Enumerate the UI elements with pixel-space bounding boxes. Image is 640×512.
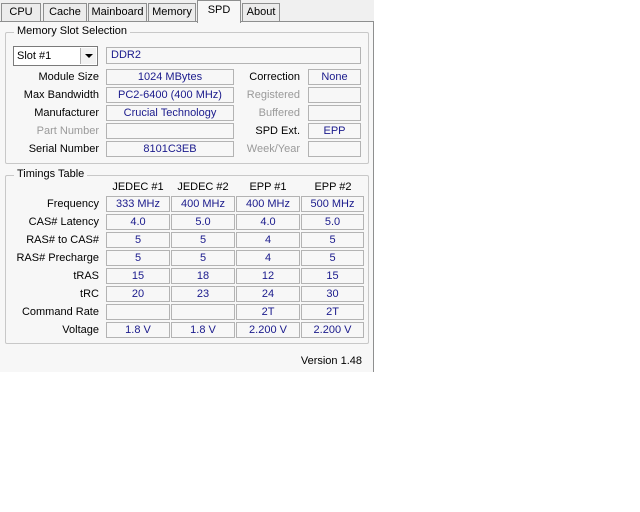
spd-ext-label: SPD Ext. [255, 125, 300, 137]
timings-col-header: EPP #2 [314, 181, 352, 193]
spd-ext-value: EPP [308, 123, 361, 139]
tab-cache[interactable]: Cache [43, 3, 87, 21]
week-year-label: Week/Year [246, 143, 300, 155]
timing-value: 2.200 V [301, 322, 364, 338]
timing-value: 18 [171, 268, 235, 284]
timing-value: 5 [301, 250, 364, 266]
max-bandwidth-value: PC2-6400 (400 MHz) [106, 87, 234, 103]
spd-page: Memory Slot Selection Slot #1 DDR2 Modul… [0, 22, 374, 372]
buffered-label: Buffered [258, 107, 300, 119]
timing-value: 4.0 [236, 214, 300, 230]
timing-value: 2T [236, 304, 300, 320]
timing-row-label: Frequency [47, 198, 99, 210]
timing-value: 20 [106, 286, 170, 302]
timing-value: 2.200 V [236, 322, 300, 338]
timing-value: 1.8 V [106, 322, 170, 338]
timing-value: 30 [301, 286, 364, 302]
timing-value: 15 [301, 268, 364, 284]
correction-value: None [308, 69, 361, 85]
tab-about[interactable]: About [242, 3, 280, 21]
slot-selection-legend: Memory Slot Selection [14, 25, 131, 37]
module-size-value: 1024 MBytes [106, 69, 234, 85]
timing-value: 2T [301, 304, 364, 320]
tab-spd[interactable]: SPD [197, 0, 241, 23]
memory-type-value: DDR2 [106, 47, 361, 64]
chevron-down-icon[interactable] [80, 48, 96, 64]
timing-value: 4 [236, 232, 300, 248]
timing-value: 400 MHz [171, 196, 235, 212]
part-number-label: Part Number [36, 125, 99, 137]
timing-value: 4.0 [106, 214, 170, 230]
timing-value: 12 [236, 268, 300, 284]
slot-select[interactable]: Slot #1 [13, 46, 98, 66]
correction-label: Correction [249, 71, 300, 83]
tab-cpu[interactable]: CPU [1, 3, 41, 21]
timing-value: 5.0 [301, 214, 364, 230]
timing-value: 23 [171, 286, 235, 302]
timing-row-label: tRAS [73, 270, 99, 282]
timing-value: 4 [236, 250, 300, 266]
timing-value [106, 304, 170, 320]
timing-value: 5.0 [171, 214, 235, 230]
cpuz-window: CPU Cache Mainboard Memory SPD About Mem… [0, 0, 374, 372]
timing-value: 5 [171, 250, 235, 266]
timing-value [171, 304, 235, 320]
part-number-value [106, 123, 234, 139]
registered-value [308, 87, 361, 103]
timing-row-label: RAS# to CAS# [26, 234, 99, 246]
timing-row-label: CAS# Latency [28, 216, 99, 228]
timings-col-header: EPP #1 [249, 181, 287, 193]
timing-value: 5 [106, 250, 170, 266]
tab-memory[interactable]: Memory [148, 3, 196, 21]
max-bandwidth-label: Max Bandwidth [23, 89, 99, 101]
timings-legend: Timings Table [14, 168, 88, 180]
timing-value: 15 [106, 268, 170, 284]
timings-col-header: JEDEC #1 [112, 181, 164, 193]
timing-value: 1.8 V [171, 322, 235, 338]
timing-value: 24 [236, 286, 300, 302]
module-size-label: Module Size [38, 71, 99, 83]
timing-row-label: Voltage [62, 324, 99, 336]
serial-number-value: 8101C3EB [106, 141, 234, 157]
timing-value: 5 [171, 232, 235, 248]
timing-value: 5 [301, 232, 364, 248]
serial-number-label: Serial Number [28, 143, 99, 155]
manufacturer-value: Crucial Technology [106, 105, 234, 121]
manufacturer-label: Manufacturer [34, 107, 99, 119]
buffered-value [308, 105, 361, 121]
timing-row-label: tRC [80, 288, 99, 300]
timing-value: 500 MHz [301, 196, 364, 212]
tab-bar: CPU Cache Mainboard Memory SPD About [0, 0, 374, 23]
timings-col-header: JEDEC #2 [177, 181, 229, 193]
tab-mainboard[interactable]: Mainboard [88, 3, 147, 21]
week-year-value [308, 141, 361, 157]
slot-select-value: Slot #1 [17, 50, 52, 62]
version-label: Version 1.48 [300, 355, 362, 367]
registered-label: Registered [246, 89, 300, 101]
timing-value: 400 MHz [236, 196, 300, 212]
timing-row-label: Command Rate [21, 306, 99, 318]
timing-value: 5 [106, 232, 170, 248]
timing-row-label: RAS# Precharge [16, 252, 99, 264]
timing-value: 333 MHz [106, 196, 170, 212]
